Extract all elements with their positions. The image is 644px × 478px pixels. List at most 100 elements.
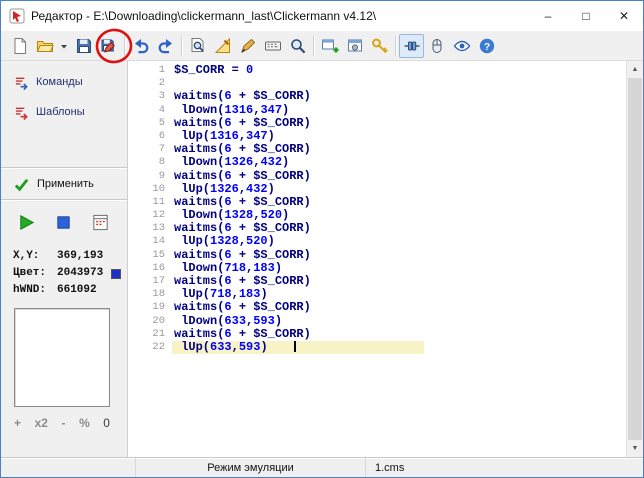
close-button[interactable]: ✕ [605, 1, 643, 31]
statusbar-panel-empty [1, 458, 136, 477]
keyboard-icon[interactable] [260, 34, 285, 58]
line-number: 21 [152, 327, 165, 340]
stop-button[interactable] [54, 213, 73, 232]
save-as-icon[interactable] [96, 34, 121, 58]
line-number: 20 [152, 314, 165, 327]
code-text: lUp(1326,432) [174, 181, 275, 196]
apply-button[interactable]: Применить [1, 169, 127, 199]
scroll-up-icon[interactable]: ▲ [627, 61, 643, 78]
line-number: 2 [158, 77, 165, 90]
new-file-icon[interactable] [7, 34, 32, 58]
code-line[interactable]: 10 lUp(1326,432) [128, 181, 626, 196]
apply-label: Применить [37, 178, 94, 190]
preview-zoom-in[interactable]: + [14, 416, 21, 430]
editor-scrollbar[interactable]: ▲ ▼ [626, 61, 643, 457]
templates-icon [15, 107, 28, 120]
sidebar-item-label: Шаблоны [36, 106, 85, 118]
scroll-down-icon[interactable]: ▼ [627, 440, 643, 457]
edit-ruler-icon[interactable] [210, 34, 235, 58]
code-text: waitms(6 + $S_CORR) [174, 168, 311, 183]
line-number: 15 [152, 248, 165, 261]
find-icon[interactable] [185, 34, 210, 58]
line-number: 8 [158, 156, 165, 169]
minimize-button[interactable]: – [529, 1, 567, 31]
redo-icon[interactable] [153, 34, 178, 58]
line-number: 18 [152, 288, 165, 301]
preview-zoom-controls: + x2-% 0 [14, 416, 110, 430]
open-file-icon[interactable] [32, 34, 57, 58]
hwnd-readout: hWND: 661092 [13, 284, 97, 296]
line-number: 5 [158, 116, 165, 129]
sidebar-item-templates[interactable]: Шаблоны [1, 97, 127, 127]
code-area[interactable]: 1 $S_CORR = 0 2 3 waitms(6 + $S_CORR) 4 lDown… [128, 61, 626, 457]
code-line[interactable]: 8 lDown(1326,432) [128, 156, 626, 169]
code-text: lUp(633,593) [172, 340, 424, 355]
toolbar-separator [395, 35, 396, 56]
sidebar-item-label: Команды [36, 76, 83, 88]
key-search-icon[interactable] [367, 34, 392, 58]
cursor-info: X,Y: 369,193 Цвет: 2043973 hWND: 661092 [13, 248, 127, 299]
play-button[interactable] [17, 213, 36, 232]
code-line[interactable]: 1 $S_CORR = 0 [128, 63, 626, 77]
xy-readout: X,Y: 369,193 [13, 250, 104, 262]
line-number: 9 [158, 169, 165, 182]
line-number: 1 [158, 64, 165, 76]
line-number: 4 [158, 103, 165, 116]
line-number: 11 [152, 195, 165, 208]
line-number: 10 [152, 182, 165, 195]
undo-icon[interactable] [128, 34, 153, 58]
titlebar[interactable]: Редактор - E:\Downloading\clickermann_la… [1, 1, 643, 31]
run-controls [1, 201, 127, 232]
line-number: 6 [158, 129, 165, 142]
preview-zoom-x2[interactable]: x2 [35, 416, 48, 430]
open-dropdown-icon[interactable] [57, 34, 71, 58]
sidebar: Команды Шаблоны Применить X,Y: 369,193 Ц… [1, 61, 128, 457]
preview-zoom-reset[interactable]: 0 [103, 416, 110, 430]
code-text: lUp(1328,520) [174, 234, 275, 249]
window-settings-icon[interactable] [342, 34, 367, 58]
add-window-icon[interactable] [317, 34, 342, 58]
text-caret [293, 341, 296, 353]
toolbar-separator [124, 35, 125, 56]
color-readout: Цвет: 2043973 [13, 265, 127, 282]
code-line[interactable]: 3 waitms(6 + $S_CORR) [128, 90, 626, 103]
code-line[interactable]: 19 waitms(6 + $S_CORR) [128, 301, 626, 314]
save-icon[interactable] [71, 34, 96, 58]
statusbar: Режим эмуляции 1.cms [1, 457, 643, 477]
code-line[interactable]: 21 waitms(6 + $S_CORR) [128, 327, 626, 341]
maximize-button[interactable]: □ [567, 1, 605, 31]
eye-icon[interactable] [449, 34, 474, 58]
line-number: 22 [152, 340, 165, 353]
color-swatch [111, 268, 122, 279]
code-line[interactable]: 14 lUp(1328,520) [128, 235, 626, 248]
clickermann-editor-window: Редактор - E:\Downloading\clickermann_la… [0, 0, 644, 478]
pen-icon[interactable] [235, 34, 260, 58]
code-line[interactable]: 20 lDown(633,593) [128, 314, 626, 328]
line-number: 12 [152, 209, 165, 222]
pixel-preview-box [14, 308, 110, 407]
code-line[interactable]: 4 lDown(1316,347) [128, 103, 626, 117]
preview-zoom-out[interactable]: - [62, 416, 66, 430]
zoom-icon[interactable] [285, 34, 310, 58]
line-number: 16 [152, 261, 165, 274]
help-icon[interactable]: ? [474, 34, 499, 58]
code-line[interactable]: 22 lUp(633,593) [128, 340, 626, 355]
statusbar-filename: 1.cms [375, 461, 405, 474]
code-line[interactable]: 5 waitms(6 + $S_CORR) [128, 115, 626, 130]
code-line[interactable]: 15 waitms(6 + $S_CORR) [128, 248, 626, 262]
line-number: 17 [152, 275, 165, 287]
preview-zoom-percent[interactable]: % [79, 416, 90, 430]
statusbar-mode: Режим эмуляции [136, 458, 366, 477]
schedule-button[interactable] [91, 213, 110, 232]
code-line[interactable]: 9 waitms(6 + $S_CORR) [128, 168, 626, 183]
code-text: waitms(6 + $S_CORR) [174, 115, 311, 130]
script-editor[interactable]: 1 $S_CORR = 0 2 3 waitms(6 + $S_CORR) 4 lDown… [128, 61, 643, 457]
scrollbar-thumb[interactable] [628, 78, 642, 440]
mouse-icon[interactable] [424, 34, 449, 58]
emulation-toggle-icon[interactable] [399, 33, 424, 58]
sidebar-item-commands[interactable]: Команды [1, 67, 127, 97]
app-icon[interactable] [9, 8, 25, 24]
apply-check-icon [14, 178, 29, 191]
line-number: 3 [158, 90, 165, 103]
line-number: 7 [158, 143, 165, 156]
